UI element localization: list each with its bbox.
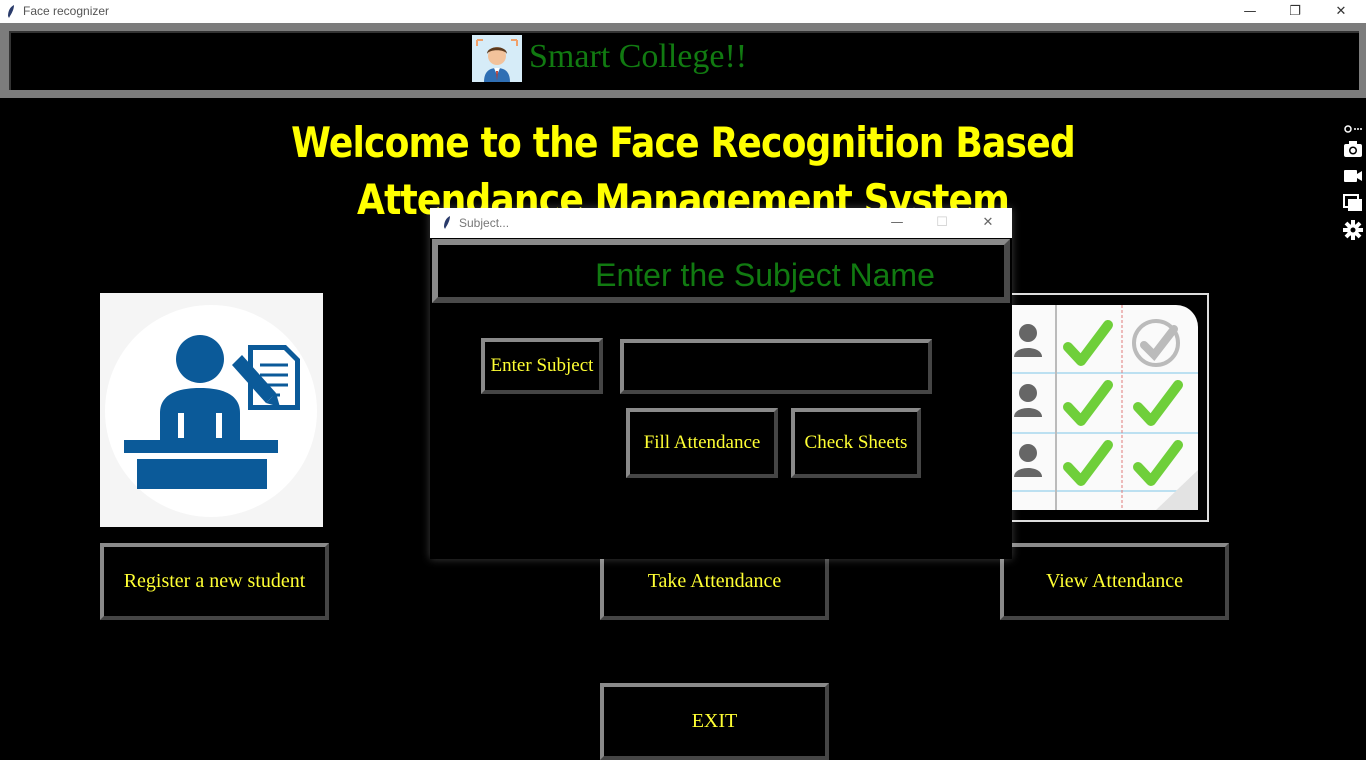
restore-button[interactable]: ❐ (1272, 0, 1318, 23)
dialog-title: Subject... (459, 216, 510, 230)
close-button[interactable]: ✕ (1318, 0, 1364, 23)
minimize-button[interactable]: — (1227, 0, 1273, 23)
avatar (472, 35, 522, 82)
dialog-heading: Enter the Subject Name (595, 257, 935, 293)
dialog-heading-frame: Enter the Subject Name (432, 239, 1010, 303)
window-title: Face recognizer (23, 4, 110, 18)
feather-icon (8, 5, 14, 18)
subject-input[interactable] (620, 339, 932, 394)
dialog-close-button[interactable]: ✕ (965, 211, 1011, 234)
camera-icon[interactable] (1343, 140, 1363, 158)
feather-icon (444, 216, 450, 229)
register-image (100, 293, 323, 527)
gear-icon[interactable] (1342, 219, 1364, 241)
enter-subject-label: Enter Subject (481, 338, 603, 394)
dialog-titlebar: Subject... — ☐ ✕ (430, 208, 1012, 238)
link-icon[interactable] (1342, 124, 1364, 134)
dialog-minimize-button[interactable]: — (874, 211, 920, 234)
check-sheets-button[interactable]: Check Sheets (791, 408, 921, 478)
welcome-line-1: Welcome to the Face Recognition Based (291, 118, 1076, 167)
brand-title: Smart College!! (529, 38, 748, 75)
dialog-maximize-button[interactable]: ☐ (919, 211, 965, 234)
window-titlebar: Face recognizer — ❐ ✕ (0, 0, 1366, 23)
capture-toolbar (1340, 122, 1366, 246)
subject-dialog: Subject... — ☐ ✕ Enter the Subject Name … (430, 208, 1012, 559)
student-desk-icon (105, 305, 317, 517)
register-student-button[interactable]: Register a new student (100, 543, 329, 620)
window-icon[interactable] (1343, 194, 1363, 212)
fill-attendance-button[interactable]: Fill Attendance (626, 408, 778, 478)
checklist-icon (1006, 305, 1198, 510)
attendance-sheet-image (1004, 293, 1209, 522)
view-attendance-button[interactable]: View Attendance (1000, 543, 1229, 620)
video-icon[interactable] (1343, 168, 1363, 184)
